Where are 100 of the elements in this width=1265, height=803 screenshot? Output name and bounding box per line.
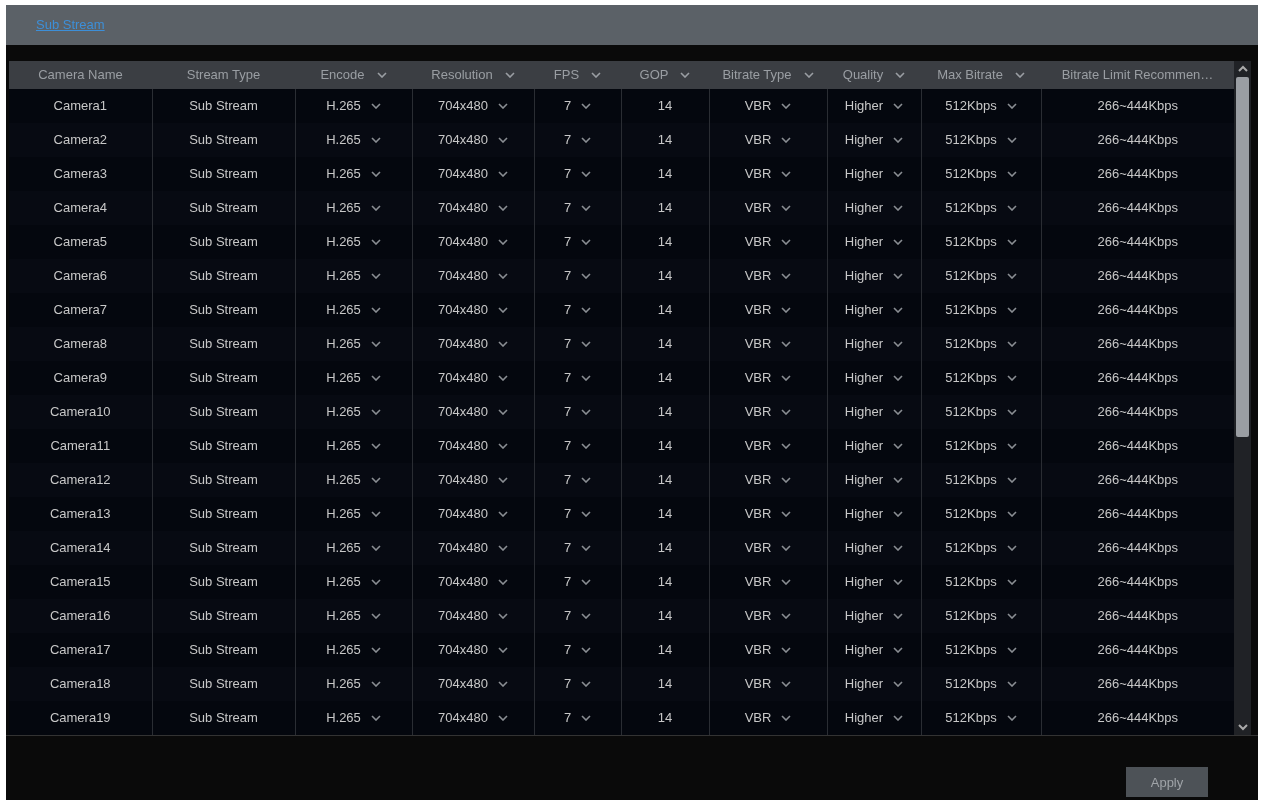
dropdown[interactable]: 7 <box>563 266 592 286</box>
dropdown[interactable]: 7 <box>563 198 592 218</box>
chevron-down-icon <box>581 545 592 551</box>
chevron-down-icon <box>1006 613 1017 619</box>
table-cell: 266~444Kbps <box>1097 166 1179 182</box>
table-cell: 266~444Kbps <box>1097 234 1179 250</box>
table-cell: 266~444Kbps <box>1097 132 1179 148</box>
scrollbar[interactable] <box>1234 61 1251 735</box>
chevron-down-icon <box>893 375 904 381</box>
dropdown[interactable]: 7 <box>563 334 592 354</box>
dropdown[interactable]: 7 <box>563 674 592 694</box>
chevron-down-icon <box>781 239 792 245</box>
dropdown[interactable]: 7 <box>563 504 592 524</box>
table-cell: Camera9 <box>53 370 107 386</box>
dropdown[interactable]: 7 <box>563 708 592 728</box>
scrollbar-thumb[interactable] <box>1236 77 1249 437</box>
chevron-down-icon <box>1006 579 1017 585</box>
chevron-down-icon <box>781 715 792 721</box>
dropdown[interactable]: 7 <box>563 640 592 660</box>
chevron-down-icon[interactable] <box>680 72 691 78</box>
table-cell: Sub Stream <box>189 710 258 726</box>
chevron-down-icon <box>1006 239 1017 245</box>
column-header: Bitrate Limit Recommen… <box>1061 66 1214 85</box>
table-cell: 14 <box>657 506 673 522</box>
chevron-down-icon <box>1006 103 1017 109</box>
dropdown[interactable]: 7 <box>563 368 592 388</box>
table-cell: 266~444Kbps <box>1097 370 1179 386</box>
chevron-down-icon <box>497 103 508 109</box>
table-cell: Camera11 <box>50 438 111 454</box>
table-cell: 266~444Kbps <box>1097 472 1179 488</box>
chevron-down-icon[interactable] <box>803 72 814 78</box>
table-cell: 14 <box>657 336 673 352</box>
table-cell: Camera6 <box>53 268 107 284</box>
table-cell: Camera13 <box>49 506 111 522</box>
table-cell: 266~444Kbps <box>1097 98 1179 114</box>
chevron-down-icon <box>781 103 792 109</box>
chevron-down-icon <box>893 307 904 313</box>
dropdown[interactable]: 7 <box>563 538 592 558</box>
chevron-down-icon <box>581 715 592 721</box>
chevron-down-icon <box>370 307 381 313</box>
table-cell: Sub Stream <box>189 98 258 114</box>
dropdown[interactable]: 7 <box>563 402 592 422</box>
table-cell: Sub Stream <box>189 642 258 658</box>
dropdown[interactable]: 7 <box>563 130 592 150</box>
chevron-down-icon <box>370 647 381 653</box>
chevron-down-icon <box>497 477 508 483</box>
chevron-down-icon <box>581 409 592 415</box>
chevron-down-icon <box>370 171 381 177</box>
chevron-down-icon <box>497 545 508 551</box>
chevron-down-icon <box>893 647 904 653</box>
dropdown[interactable]: 7 <box>563 470 592 490</box>
dropdown[interactable]: 7 <box>563 232 592 252</box>
chevron-down-icon[interactable] <box>591 72 602 78</box>
chevron-down-icon <box>581 171 592 177</box>
chevron-down-icon <box>893 681 904 687</box>
scroll-up-icon[interactable] <box>1237 65 1248 73</box>
chevron-down-icon <box>1006 715 1017 721</box>
dropdown[interactable]: 7 <box>563 606 592 626</box>
table-cell: 14 <box>657 608 673 624</box>
chevron-down-icon <box>781 273 792 279</box>
column-header: Quality <box>842 66 884 85</box>
table-cell: 266~444Kbps <box>1097 540 1179 556</box>
dropdown[interactable]: 7 <box>563 96 592 116</box>
scroll-down-icon[interactable] <box>1237 723 1248 731</box>
table-cell: Sub Stream <box>189 574 258 590</box>
chevron-down-icon <box>497 137 508 143</box>
chevron-down-icon <box>581 239 592 245</box>
chevron-down-icon <box>497 579 508 585</box>
chevron-down-icon[interactable] <box>376 72 387 78</box>
chevron-down-icon <box>581 579 592 585</box>
chevron-down-icon <box>497 171 508 177</box>
chevron-down-icon <box>497 681 508 687</box>
chevron-down-icon <box>781 341 792 347</box>
chevron-down-icon <box>370 375 381 381</box>
table-cell: 14 <box>657 472 673 488</box>
table-cell: Camera2 <box>53 132 107 148</box>
chevron-down-icon <box>370 137 381 143</box>
dropdown[interactable]: 7 <box>563 164 592 184</box>
chevron-down-icon <box>781 137 792 143</box>
table-cell: Sub Stream <box>189 370 258 386</box>
table-cell: Camera4 <box>53 200 107 216</box>
dropdown[interactable]: 7 <box>563 436 592 456</box>
chevron-down-icon <box>581 307 592 313</box>
table-cell: Sub Stream <box>189 200 258 216</box>
chevron-down-icon[interactable] <box>1014 72 1025 78</box>
chevron-down-icon <box>581 443 592 449</box>
dropdown[interactable]: 7 <box>563 300 592 320</box>
chevron-down-icon[interactable] <box>504 72 515 78</box>
table-cell: 14 <box>657 370 673 386</box>
chevron-down-icon <box>893 103 904 109</box>
chevron-down-icon <box>781 443 792 449</box>
table-cell: Camera19 <box>49 710 111 726</box>
chevron-down-icon[interactable] <box>895 72 906 78</box>
table-cell: Sub Stream <box>189 404 258 420</box>
chevron-down-icon <box>1006 137 1017 143</box>
chevron-down-icon <box>781 477 792 483</box>
chevron-down-icon <box>1006 273 1017 279</box>
chevron-down-icon <box>497 409 508 415</box>
dropdown[interactable]: 7 <box>563 572 592 592</box>
chevron-down-icon <box>781 681 792 687</box>
